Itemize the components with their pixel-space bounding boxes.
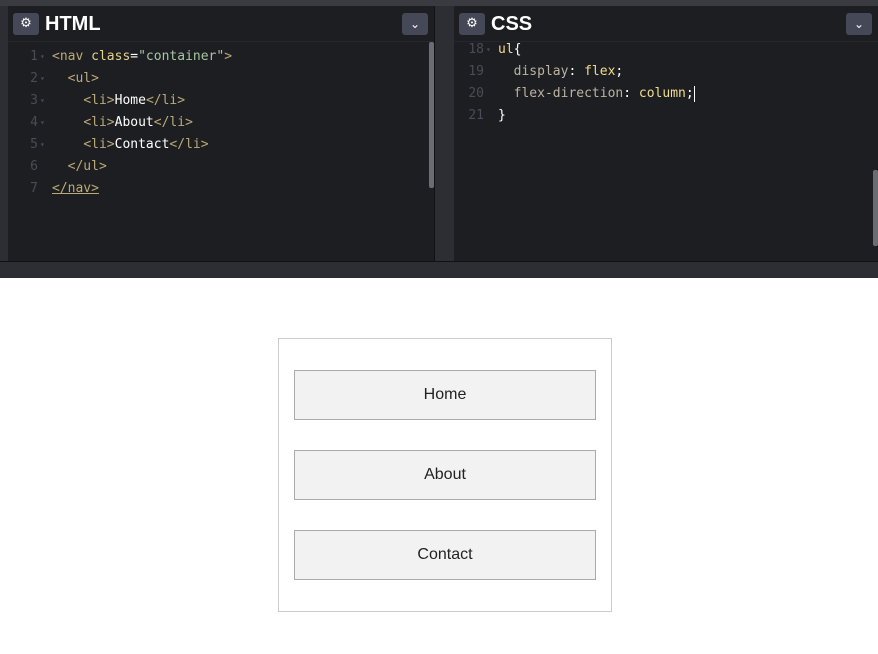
code-token: </nav> [52, 181, 99, 196]
code-token: { [513, 42, 522, 57]
code-token: = [130, 49, 139, 64]
code-token: <ul> [67, 71, 99, 86]
css-collapse-chevron-down-icon[interactable]: ⌄ [846, 13, 872, 35]
css-settings-gear-icon[interactable]: ⚙ [459, 13, 485, 35]
fold-arrow-icon[interactable]: ▾ [40, 90, 45, 112]
code-text: <nav class="container"> [52, 46, 232, 68]
nav-item-home[interactable]: Home [294, 370, 596, 420]
pane-resize-handle[interactable] [434, 6, 454, 261]
code-token: } [498, 108, 506, 123]
code-token: <li> [83, 93, 115, 108]
line-number: 20 [468, 86, 484, 101]
code-token: </li> [145, 93, 186, 108]
code-line[interactable]: 6 </ul> [8, 156, 434, 178]
code-text: <li>Contact</li> [52, 134, 209, 156]
code-text: </ul> [52, 156, 107, 178]
preview-area: Home About Contact [0, 278, 878, 654]
code-token: </ul> [67, 159, 107, 174]
code-token: column [638, 86, 686, 101]
code-line[interactable]: 18 ▾ ul{ [454, 39, 878, 61]
code-token: ; [685, 86, 694, 101]
css-code-editor[interactable]: 18 ▾ ul{19 display: flex; 20 flex-direction… [454, 39, 878, 261]
code-text: } [498, 105, 506, 127]
code-token: <li> [83, 115, 115, 130]
text-cursor [693, 85, 695, 102]
line-number: 5 [30, 137, 38, 152]
css-pane-title: CSS [491, 13, 533, 35]
code-token: > [224, 49, 233, 64]
code-line[interactable]: 2 ▾ <ul> [8, 68, 434, 90]
fold-arrow-icon[interactable]: ▾ [40, 134, 45, 156]
code-text: display: flex; [498, 61, 624, 83]
code-token: flex [584, 64, 616, 79]
code-line[interactable]: 19 display: flex; [454, 61, 878, 83]
code-text: <li>About</li> [52, 112, 193, 134]
line-number: 1 [30, 49, 38, 64]
html-settings-gear-icon[interactable]: ⚙ [13, 13, 39, 35]
code-line[interactable]: 21} [454, 105, 878, 127]
css-scrollbar[interactable] [873, 170, 878, 246]
code-token: class [91, 49, 131, 64]
code-text: <ul> [52, 68, 99, 90]
html-pane-title: HTML [45, 13, 101, 35]
html-pane-header: ⚙ HTML ⌄ [8, 6, 434, 42]
html-collapse-chevron-down-icon[interactable]: ⌄ [402, 13, 428, 35]
code-token: Home [114, 93, 146, 108]
html-editor-pane[interactable]: ⚙ HTML ⌄ 1 ▾ <nav class="container"> 2 ▾ <ul… [0, 6, 434, 261]
fold-arrow-icon[interactable]: ▾ [486, 39, 491, 61]
code-text: <li>Home</li> [52, 90, 185, 112]
code-line[interactable]: 7 </nav> [8, 178, 434, 200]
code-token: ul [498, 42, 514, 57]
code-token: display [513, 64, 569, 79]
fold-arrow-icon[interactable]: ▾ [40, 112, 45, 134]
line-number: 2 [30, 71, 38, 86]
code-token: "container" [138, 49, 225, 64]
code-line[interactable]: 5 ▾ <li>Contact</li> [8, 134, 434, 156]
nav-item-contact[interactable]: Contact [294, 530, 596, 580]
line-number: 7 [30, 181, 38, 196]
code-token: </li> [169, 137, 209, 152]
fold-arrow-icon[interactable]: ▾ [40, 68, 45, 90]
code-text: </nav> [52, 178, 99, 200]
html-code-editor[interactable]: 1 ▾ <nav class="container"> 2 ▾ <ul> 3 ▾ <li>H… [8, 46, 434, 261]
code-token: <nav [52, 49, 92, 64]
code-text: flex-direction: column; [498, 83, 695, 105]
editor-area: ⚙ HTML ⌄ 1 ▾ <nav class="container"> 2 ▾ <ul… [0, 0, 878, 278]
nav-item-about[interactable]: About [294, 450, 596, 500]
code-line[interactable]: 4 ▾ <li>About</li> [8, 112, 434, 134]
css-pane-header: ⚙ CSS ⌄ [454, 6, 878, 42]
nav-container: Home About Contact [278, 338, 612, 612]
code-line[interactable]: 20 flex-direction: column; [454, 83, 878, 105]
code-token: flex-direction [513, 86, 624, 101]
code-token: <li> [83, 137, 115, 152]
code-token: ; [615, 64, 624, 79]
code-token: : [568, 64, 585, 79]
code-token: Contact [114, 137, 170, 152]
code-text: ul{ [498, 39, 521, 61]
line-number: 6 [30, 159, 38, 174]
line-number: 21 [468, 108, 484, 123]
code-token: </li> [153, 115, 193, 130]
line-number: 19 [468, 64, 484, 79]
code-line[interactable]: 3 ▾ <li>Home</li> [8, 90, 434, 112]
code-line[interactable]: 1 ▾ <nav class="container"> [8, 46, 434, 68]
code-token: About [114, 115, 154, 130]
editor-resize-bar[interactable] [0, 261, 878, 278]
code-token: : [623, 86, 639, 101]
fold-arrow-icon[interactable]: ▾ [40, 46, 45, 68]
line-number: 18 [468, 42, 484, 57]
css-editor-pane[interactable]: ⚙ CSS ⌄ 18 ▾ ul{19 display: flex; 20 flex-d… [454, 6, 878, 261]
line-number: 3 [30, 93, 38, 108]
line-number: 4 [30, 115, 38, 130]
